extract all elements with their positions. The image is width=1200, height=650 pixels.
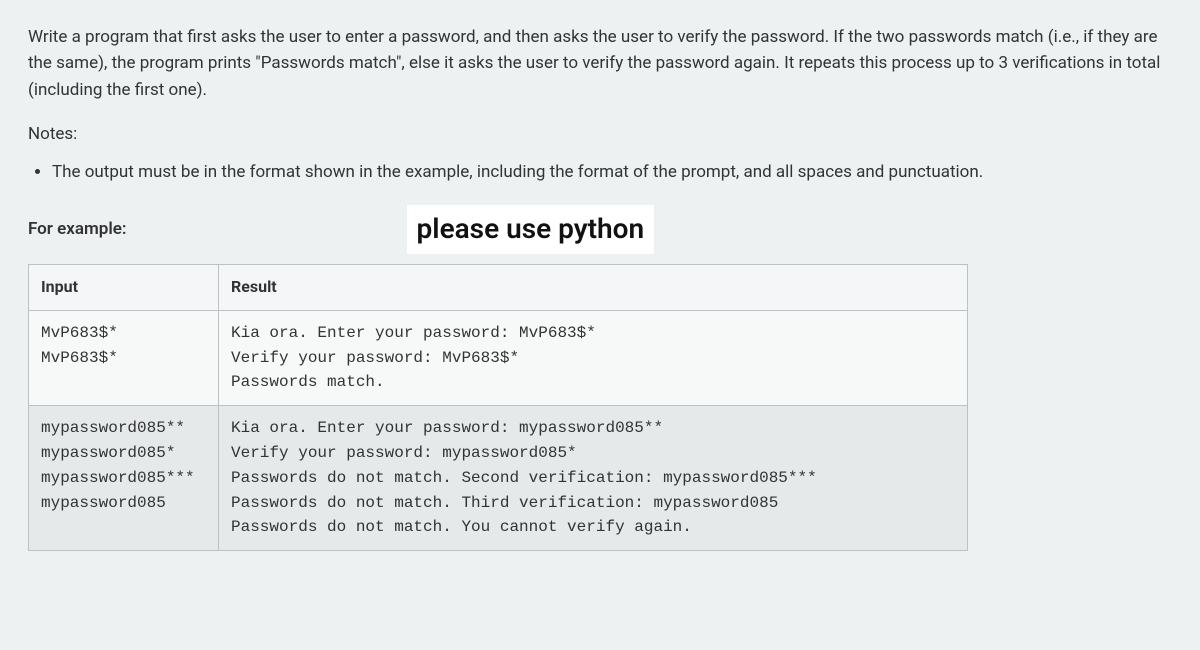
example-table: Input Result MvP683$* MvP683$* Kia ora. … xyxy=(28,264,968,551)
notes-list: The output must be in the format shown i… xyxy=(28,159,1172,186)
list-item: The output must be in the format shown i… xyxy=(52,159,1172,186)
table-cell-input: MvP683$* MvP683$* xyxy=(29,310,219,405)
table-header-row: Input Result xyxy=(29,264,968,310)
table-cell-result: Kia ora. Enter your password: mypassword… xyxy=(219,406,968,551)
table-row: mypassword085** mypassword085* mypasswor… xyxy=(29,406,968,551)
example-header-row: For example: please use python xyxy=(28,205,1172,254)
problem-description: Write a program that first asks the user… xyxy=(28,24,1172,103)
example-label: For example: xyxy=(28,216,127,242)
table-header-result: Result xyxy=(219,264,968,310)
table-row: MvP683$* MvP683$* Kia ora. Enter your pa… xyxy=(29,310,968,405)
python-callout: please use python xyxy=(407,205,655,254)
notes-label: Notes: xyxy=(28,121,1172,147)
table-header-input: Input xyxy=(29,264,219,310)
table-cell-result: Kia ora. Enter your password: MvP683$* V… xyxy=(219,310,968,405)
table-cell-input: mypassword085** mypassword085* mypasswor… xyxy=(29,406,219,551)
